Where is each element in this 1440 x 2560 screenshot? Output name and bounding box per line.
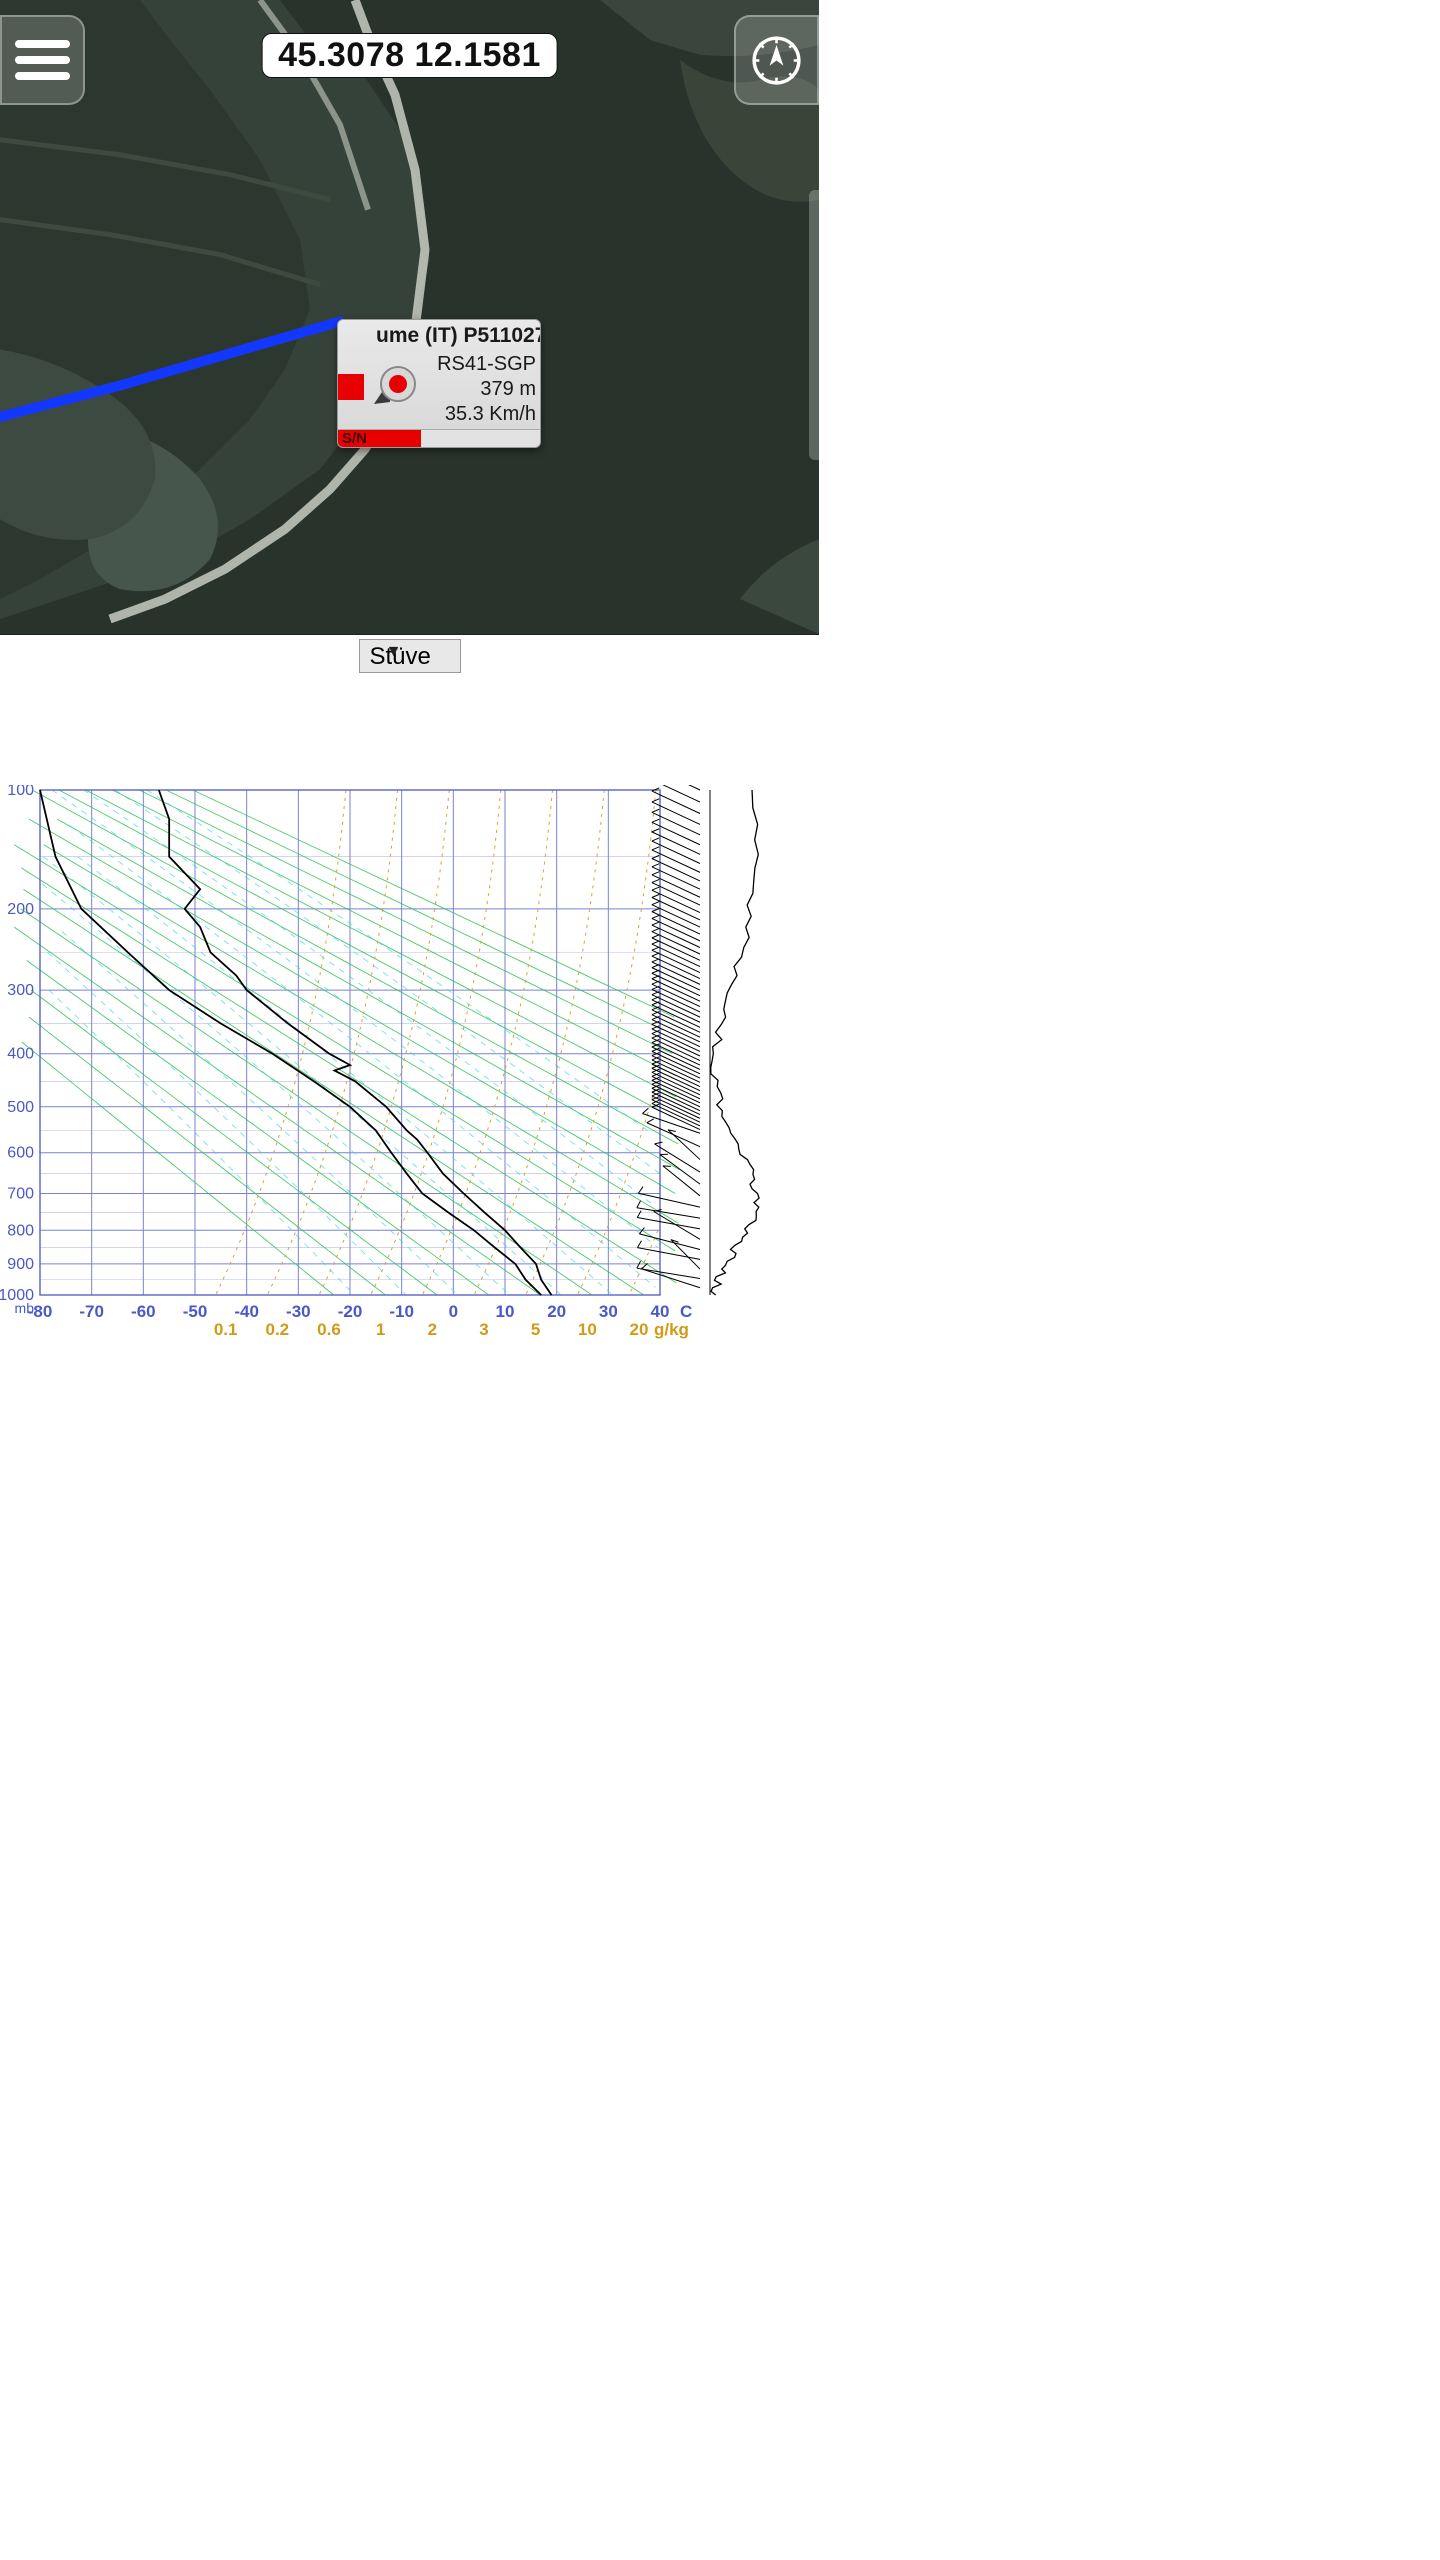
svg-text:20: 20 — [630, 1320, 649, 1339]
svg-text:-30: -30 — [286, 1302, 311, 1321]
sonde-marker-icon — [368, 362, 416, 410]
svg-text:0.6: 0.6 — [317, 1320, 341, 1339]
diagram-type-select[interactable]: Stüve — [359, 639, 461, 673]
svg-text:0.2: 0.2 — [266, 1320, 290, 1339]
svg-text:20: 20 — [547, 1302, 566, 1321]
svg-text:-20: -20 — [338, 1302, 363, 1321]
svg-text:0: 0 — [449, 1302, 458, 1321]
svg-text:-70: -70 — [79, 1302, 104, 1321]
svg-text:C: C — [680, 1302, 692, 1321]
menu-button[interactable] — [0, 15, 85, 105]
svg-text:-10: -10 — [389, 1302, 414, 1321]
svg-text:30: 30 — [599, 1302, 618, 1321]
svg-text:0.1: 0.1 — [214, 1320, 238, 1339]
signal-bar: S/N — [338, 429, 540, 447]
status-indicator — [338, 374, 364, 400]
coordinates-text: 45.3078 12.1581 — [278, 36, 541, 74]
svg-text:1: 1 — [376, 1320, 385, 1339]
svg-text:500: 500 — [7, 1099, 34, 1116]
compass-button[interactable] — [734, 15, 819, 105]
svg-text:40: 40 — [651, 1302, 670, 1321]
svg-text:100: 100 — [7, 785, 34, 799]
sonde-info-card[interactable]: ume (IT) P511027 RS41-SGP 379 m 35.3 Km/… — [337, 319, 541, 448]
svg-text:800: 800 — [7, 1222, 34, 1239]
svg-text:-40: -40 — [234, 1302, 259, 1321]
sonde-altitude: 379 m — [408, 377, 536, 402]
stuve-chart[interactable]: 1002003004005006007008009001000mb-80-70-… — [0, 785, 819, 1345]
sn-label: S/N — [342, 430, 367, 447]
sonde-model: RS41-SGP — [408, 352, 536, 377]
svg-text:300: 300 — [7, 982, 34, 999]
sonde-speed: 35.3 Km/h — [408, 402, 536, 427]
svg-text:900: 900 — [7, 1256, 34, 1273]
sonde-title: ume (IT) P511027 — [338, 320, 540, 350]
svg-text:2: 2 — [428, 1320, 437, 1339]
map-view[interactable]: 45.3078 12.1581 ume (IT — [0, 0, 819, 635]
satellite-terrain — [0, 0, 819, 634]
svg-text:-60: -60 — [131, 1302, 156, 1321]
svg-text:g/kg: g/kg — [654, 1320, 689, 1339]
coordinates-display[interactable]: 45.3078 12.1581 — [261, 33, 558, 78]
svg-text:5: 5 — [531, 1320, 540, 1339]
lower-panel: Stüve 1002003004005006007008009001000mb-… — [0, 635, 819, 1440]
side-drawer-handle[interactable] — [809, 190, 819, 460]
svg-text:10: 10 — [578, 1320, 597, 1339]
svg-text:-50: -50 — [183, 1302, 208, 1321]
svg-text:600: 600 — [7, 1145, 34, 1162]
svg-text:700: 700 — [7, 1186, 34, 1203]
svg-text:10: 10 — [496, 1302, 515, 1321]
svg-text:-80: -80 — [28, 1302, 53, 1321]
svg-text:3: 3 — [479, 1320, 488, 1339]
hamburger-icon — [15, 40, 70, 80]
compass-icon — [749, 33, 804, 88]
